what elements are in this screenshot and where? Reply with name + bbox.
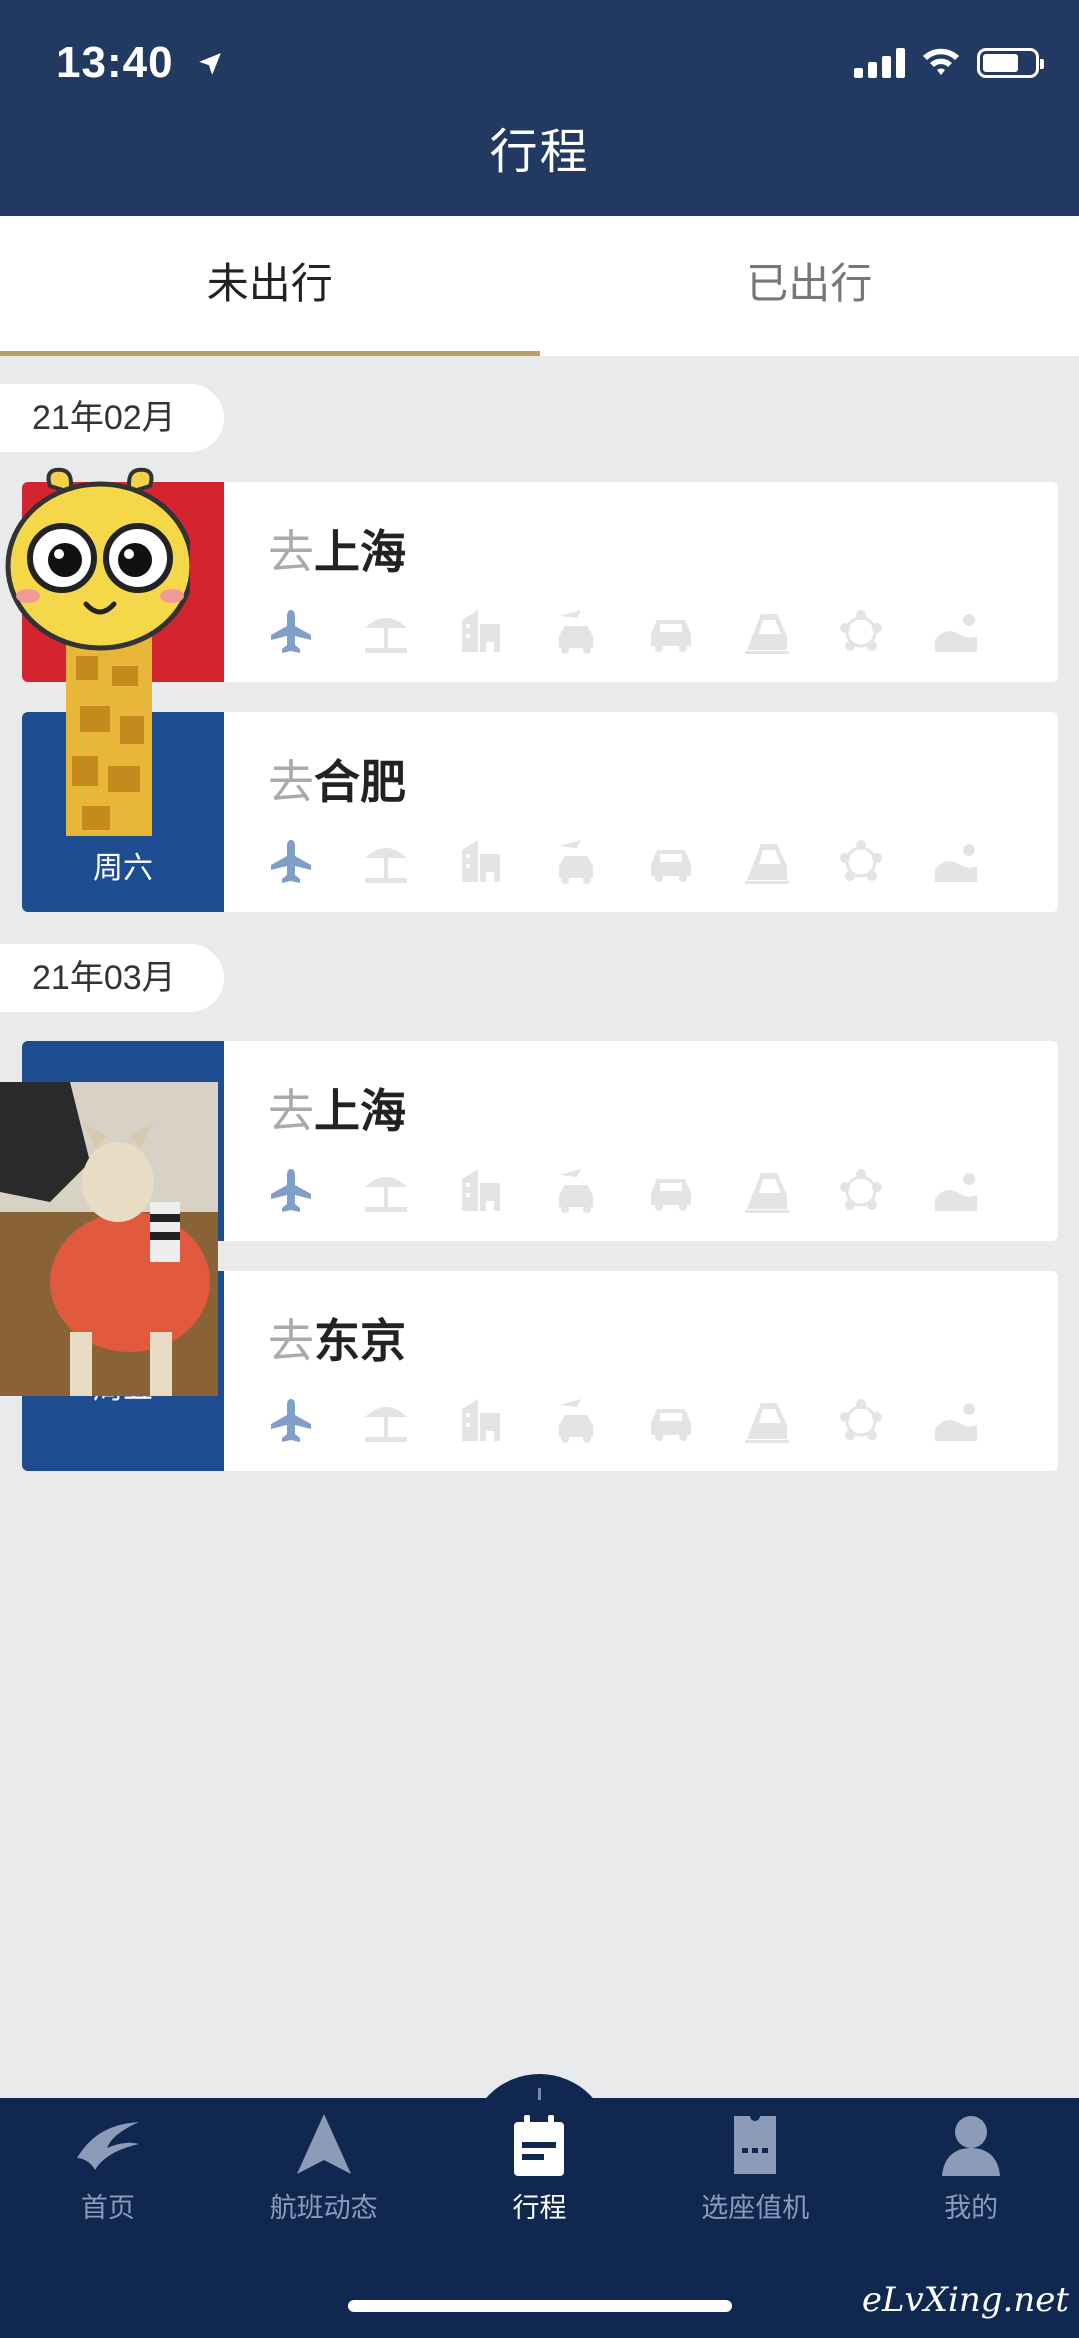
hotel-icon — [456, 1165, 506, 1215]
home-swallow-icon — [76, 2122, 139, 2170]
tour-icon — [836, 606, 886, 656]
profile-icon — [942, 2116, 1001, 2176]
trip-service-icons — [266, 1165, 981, 1215]
tab-upcoming[interactable]: 未出行 — [0, 216, 540, 356]
tour-icon — [836, 1395, 886, 1445]
trip-tabs: 未出行 已出行 — [0, 216, 1079, 356]
dog-photo-sticker — [0, 1082, 218, 1396]
train-icon — [741, 606, 791, 656]
home-indicator[interactable] — [348, 2300, 732, 2312]
beach-icon — [361, 1395, 411, 1445]
activity-icon — [931, 1395, 981, 1445]
trip-service-icons — [266, 836, 981, 886]
month-label: 21年03月 — [0, 944, 224, 1012]
train-icon — [741, 836, 791, 886]
train-icon — [741, 1165, 791, 1215]
flight-icon — [266, 606, 316, 656]
trip-destination: 去上海 — [268, 525, 406, 579]
hotel-icon — [456, 1395, 506, 1445]
train-icon — [741, 1395, 791, 1445]
flight-status-icon — [296, 2114, 351, 2174]
status-bar-indicators — [854, 46, 1044, 80]
tour-icon — [836, 836, 886, 886]
app-header: 13:40 行程 — [0, 0, 1079, 216]
activity-icon — [931, 836, 981, 886]
flight-icon — [266, 1165, 316, 1215]
nav-item-profile[interactable]: 我的 — [863, 2108, 1079, 2225]
airport-transfer-icon — [551, 836, 601, 886]
cellular-signal-icon — [854, 48, 905, 78]
watermark: eLvXing.net — [861, 2280, 1069, 2320]
car-icon — [646, 1165, 696, 1215]
location-arrow-icon — [197, 38, 223, 88]
flight-icon — [266, 836, 316, 886]
itinerary-icon — [514, 2115, 565, 2176]
tour-icon — [836, 1165, 886, 1215]
status-bar-time: 13:40 — [56, 38, 223, 88]
car-icon — [646, 836, 696, 886]
activity-icon — [931, 1165, 981, 1215]
bottom-nav-items: 首页 航班动态 行程 选座值机 我的 — [0, 2108, 1079, 2225]
beach-icon — [361, 1165, 411, 1215]
car-icon — [646, 606, 696, 656]
airport-transfer-icon — [551, 1165, 601, 1215]
nav-item-flight-status[interactable]: 航班动态 — [216, 2108, 432, 2225]
nav-item-home[interactable]: 首页 — [0, 2108, 216, 2225]
checkin-icon — [734, 2116, 777, 2174]
airport-transfer-icon — [551, 606, 601, 656]
trip-destination: 去合肥 — [268, 755, 406, 809]
wifi-icon — [921, 46, 961, 80]
page-title: 行程 — [489, 124, 590, 180]
trip-service-icons — [266, 606, 981, 656]
month-label: 21年02月 — [0, 384, 224, 452]
beach-icon — [361, 836, 411, 886]
flight-icon — [266, 1395, 316, 1445]
nav-item-itinerary[interactable]: 行程 — [432, 2108, 648, 2225]
tab-completed[interactable]: 已出行 — [540, 216, 1079, 356]
activity-icon — [931, 606, 981, 656]
hotel-icon — [456, 606, 506, 656]
car-icon — [646, 1395, 696, 1445]
nav-item-checkin[interactable]: 选座值机 — [647, 2108, 863, 2225]
airport-transfer-icon — [551, 1395, 601, 1445]
trip-service-icons — [266, 1395, 981, 1445]
trip-destination: 去东京 — [268, 1314, 406, 1368]
battery-icon — [977, 48, 1044, 78]
giraffe-sticker — [0, 466, 195, 836]
hotel-icon — [456, 836, 506, 886]
trip-destination: 去上海 — [268, 1084, 406, 1138]
beach-icon — [361, 606, 411, 656]
